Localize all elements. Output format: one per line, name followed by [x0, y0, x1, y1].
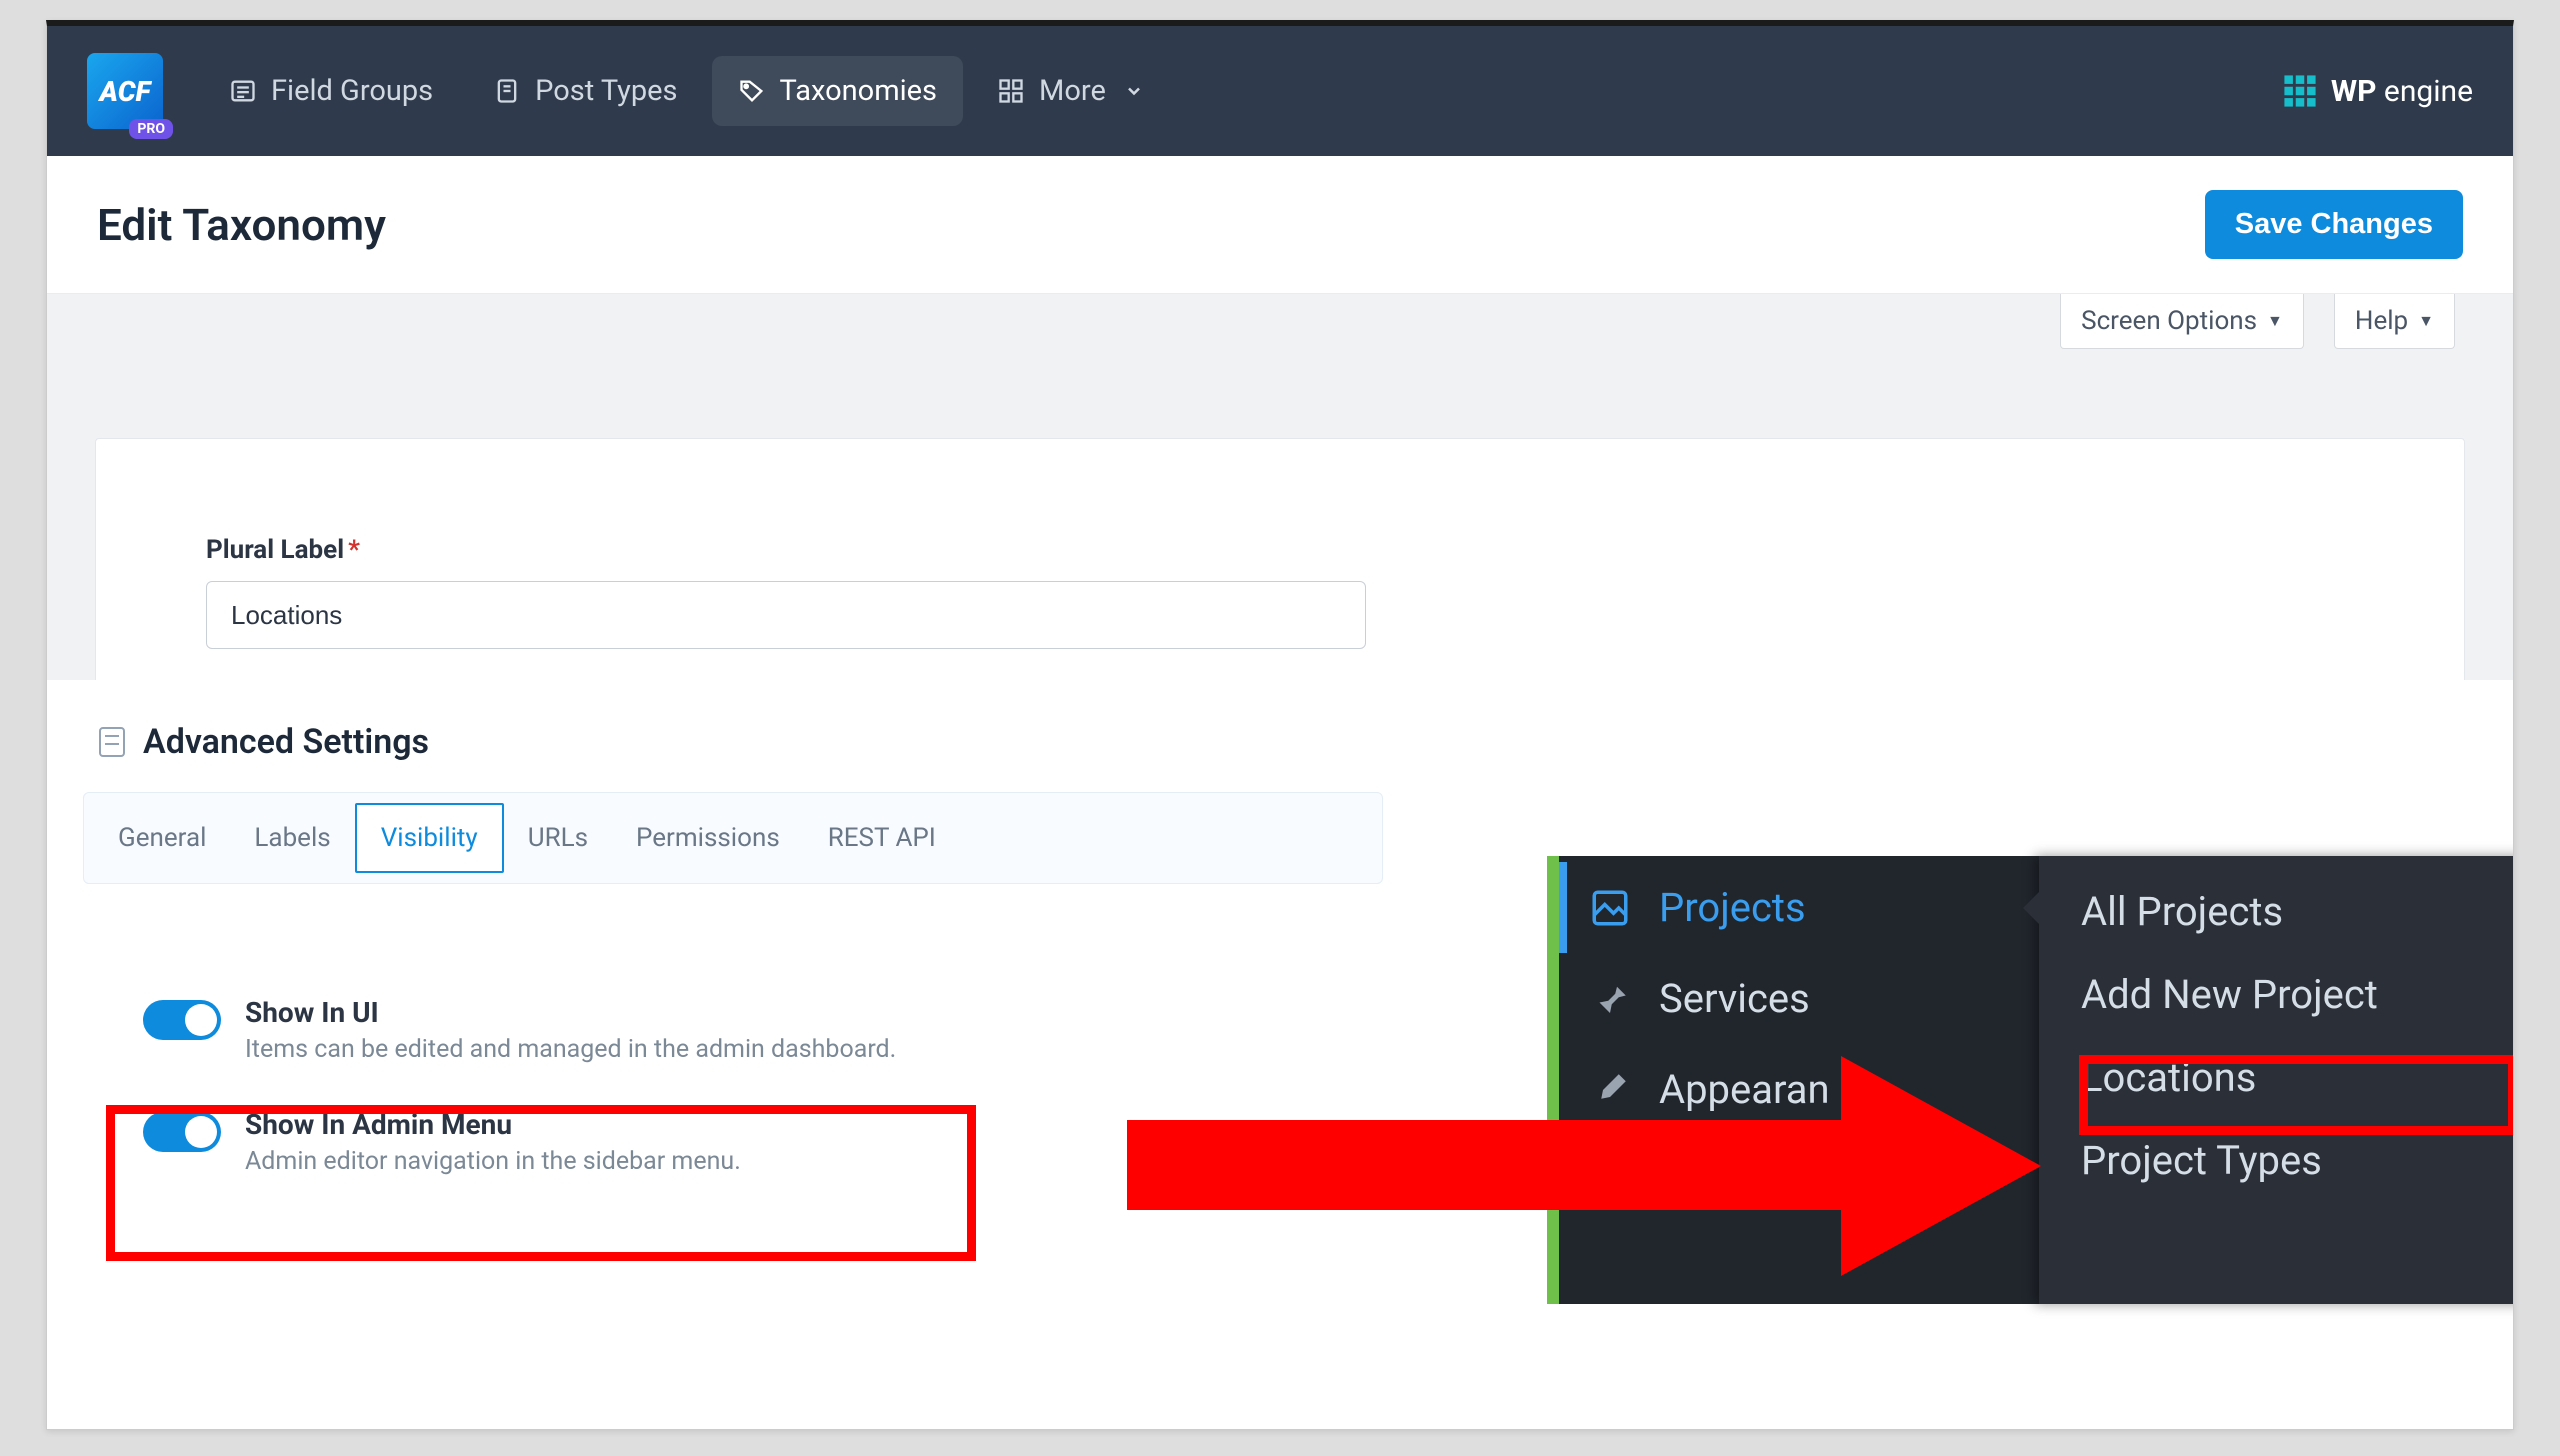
tab-permissions[interactable]: Permissions — [612, 805, 804, 871]
app-frame: ACF PRO Field Groups Post Types Taxonomi… — [46, 20, 2514, 1430]
tag-icon — [738, 77, 766, 105]
setting-desc: Items can be edited and managed in the a… — [245, 1035, 896, 1064]
advanced-tabs: General Labels Visibility URLs Permissio… — [83, 792, 1383, 884]
list-icon — [229, 77, 257, 105]
tab-rest-api[interactable]: REST API — [804, 805, 960, 871]
submenu-pointer-icon — [2023, 892, 2039, 924]
advanced-heading: Advanced Settings — [143, 722, 429, 762]
plural-label-input[interactable] — [206, 581, 1366, 649]
titlebar: Edit Taxonomy Save Changes — [47, 156, 2513, 294]
setting-desc: Admin editor navigation in the sidebar m… — [245, 1147, 741, 1176]
wpengine-grid-icon — [2283, 74, 2317, 108]
toggle-show-in-ui[interactable] — [143, 1000, 221, 1040]
nav-label: Field Groups — [271, 74, 433, 108]
advanced-header: Advanced Settings — [83, 722, 1383, 792]
setting-title: Show In Admin Menu — [245, 1108, 741, 1141]
wp-sub-project-types[interactable]: Project Types — [2039, 1119, 2514, 1202]
plural-label-text: Plural Label — [206, 535, 344, 565]
page-title: Edit Taxonomy — [97, 199, 386, 251]
wpengine-brand: WP engine — [2283, 74, 2473, 109]
toggle-show-in-admin-menu[interactable] — [143, 1112, 221, 1152]
tab-urls[interactable]: URLs — [504, 805, 612, 871]
save-button[interactable]: Save Changes — [2205, 190, 2463, 259]
acf-logo: ACF PRO — [87, 53, 163, 129]
topbar: ACF PRO Field Groups Post Types Taxonomi… — [47, 26, 2513, 156]
tab-general[interactable]: General — [94, 805, 230, 871]
tab-visibility[interactable]: Visibility — [355, 803, 504, 873]
tab-labels[interactable]: Labels — [230, 805, 354, 871]
pin-icon — [1589, 978, 1631, 1020]
chevron-down-icon — [1120, 77, 1148, 105]
setting-title: Show In UI — [245, 996, 896, 1029]
wp-sub-locations[interactable]: Locations — [2039, 1036, 2514, 1119]
grid-icon — [997, 77, 1025, 105]
form-card: Plural Label * — [95, 438, 2465, 684]
wp-submenu: All Projects Add New Project Locations P… — [2039, 856, 2514, 1304]
nav-taxonomies[interactable]: Taxonomies — [712, 56, 964, 126]
annotation-arrow — [1127, 1056, 2047, 1266]
settings-doc-icon — [99, 727, 125, 757]
caret-down-icon: ▼ — [2267, 311, 2283, 331]
screen-options-row: Screen Options ▼ Help ▼ — [47, 294, 2513, 370]
wp-sub-all-projects[interactable]: All Projects — [2039, 870, 2514, 953]
nav-field-groups[interactable]: Field Groups — [203, 56, 459, 126]
nav-more[interactable]: More — [971, 56, 1174, 126]
image-icon — [1589, 887, 1631, 929]
wp-item-label: Projects — [1659, 884, 1806, 931]
logo-text: ACF — [100, 75, 151, 108]
pro-badge: PRO — [129, 119, 173, 139]
help-label: Help — [2355, 306, 2408, 336]
wp-sidebar-services[interactable]: Services — [1559, 953, 2039, 1044]
wp-sub-add-new[interactable]: Add New Project — [2039, 953, 2514, 1036]
brand-text: WP engine — [2331, 74, 2473, 109]
help-toggle[interactable]: Help ▼ — [2334, 294, 2455, 349]
screen-options-toggle[interactable]: Screen Options ▼ — [2060, 294, 2304, 349]
caret-down-icon: ▼ — [2418, 311, 2434, 331]
required-indicator: * — [348, 535, 360, 565]
screen-options-label: Screen Options — [2081, 306, 2257, 336]
wp-item-label: Services — [1659, 975, 1810, 1022]
nav-label: More — [1039, 74, 1106, 108]
doc-icon — [493, 77, 521, 105]
nav-label: Taxonomies — [780, 74, 938, 108]
nav-label: Post Types — [535, 74, 677, 108]
wp-sidebar-projects[interactable]: Projects — [1559, 862, 2039, 953]
nav-post-types[interactable]: Post Types — [467, 56, 703, 126]
